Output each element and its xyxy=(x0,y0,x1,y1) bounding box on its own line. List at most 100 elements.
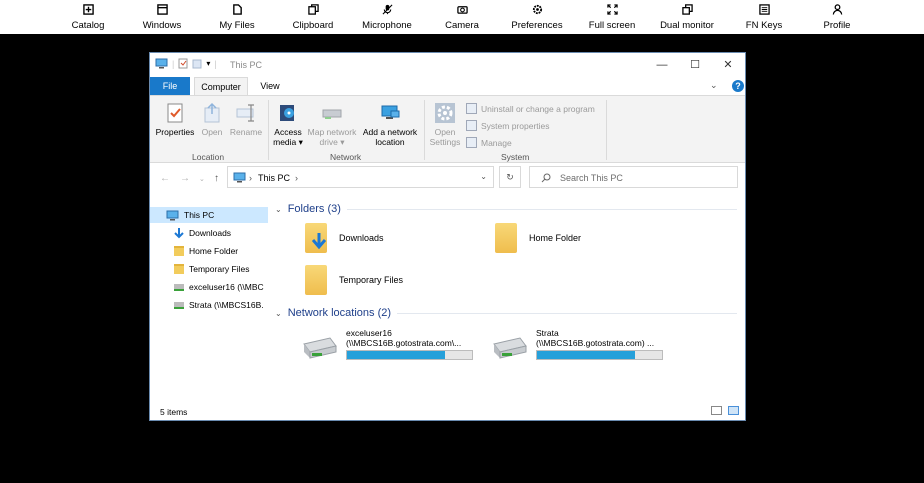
manage-button[interactable]: Manage xyxy=(466,137,512,148)
system-properties-icon xyxy=(466,120,477,131)
folder-item-downloads[interactable]: Downloads xyxy=(305,223,384,253)
camera-button[interactable]: Camera xyxy=(422,4,502,31)
section-rule xyxy=(346,208,737,210)
back-button[interactable]: ← xyxy=(160,173,170,184)
network-group-label: Network xyxy=(330,152,362,162)
collapse-ribbon-icon[interactable]: ⌄ xyxy=(710,80,718,91)
properties-qat-icon[interactable] xyxy=(178,58,188,69)
network-location-info: exceluser16 (\\MBCS16B.gotostrata.com\..… xyxy=(346,328,473,360)
search-placeholder: Search This PC xyxy=(560,173,623,183)
usage-fill xyxy=(347,351,445,359)
downloads-folder-icon xyxy=(305,223,327,253)
microphone-button[interactable]: Microphone xyxy=(347,4,427,31)
window-icon xyxy=(122,4,202,17)
system-properties-button[interactable]: System properties xyxy=(466,120,550,131)
nav-item-this-pc[interactable]: This PC xyxy=(150,207,268,223)
settings-gear-icon xyxy=(435,103,455,123)
recent-locations-button[interactable]: ⌄ xyxy=(199,175,205,183)
network-location-strata[interactable]: Strata (\\MBCS16B.gotostrata.com) ... xyxy=(490,328,663,360)
uninstall-program-button[interactable]: Uninstall or change a program xyxy=(466,103,595,114)
section-rule xyxy=(397,312,738,314)
folder-icon xyxy=(495,223,517,253)
tab-view[interactable]: View xyxy=(252,77,288,95)
remote-toolbar: Catalog Windows My Files Clipboard Micro… xyxy=(0,0,924,34)
file-icon xyxy=(197,4,277,17)
rename-button[interactable]: Rename xyxy=(228,100,264,137)
open-icon xyxy=(204,102,220,123)
nav-item-exceluser16[interactable]: exceluser16 (\\MBC xyxy=(174,279,268,295)
new-folder-qat-icon[interactable] xyxy=(192,58,202,69)
dual-monitor-icon xyxy=(647,4,727,17)
network-drive-icon xyxy=(303,337,337,359)
clipboard-button[interactable]: Clipboard xyxy=(273,4,353,31)
qat-divider-2: | xyxy=(214,58,217,69)
search-box[interactable]: Search This PC xyxy=(529,166,738,188)
fn-keys-button[interactable]: FN Keys xyxy=(724,4,804,31)
catalog-button[interactable]: Catalog xyxy=(48,4,128,31)
search-icon xyxy=(541,173,551,183)
usage-bar xyxy=(346,350,473,360)
computer-icon xyxy=(233,172,246,183)
folder-item-temporary-files[interactable]: Temporary Files xyxy=(305,265,403,295)
breadcrumb-this-pc[interactable]: This PC xyxy=(258,173,290,183)
nav-item-downloads[interactable]: Downloads xyxy=(174,225,274,241)
network-location-exceluser16[interactable]: exceluser16 (\\MBCS16B.gotostrata.com\..… xyxy=(300,328,473,360)
forward-button[interactable]: → xyxy=(180,173,190,184)
full-screen-button[interactable]: Full screen xyxy=(572,4,652,31)
chevron-down-icon: ⌄ xyxy=(275,204,282,214)
manage-icon xyxy=(466,137,477,148)
network-section-header[interactable]: ⌄ Network locations (2) xyxy=(275,307,738,319)
nav-item-strata[interactable]: Strata (\\MBCS16B. xyxy=(174,297,268,313)
tab-file[interactable]: File xyxy=(150,77,190,95)
clipboard-icon xyxy=(273,4,353,17)
fullscreen-icon xyxy=(572,4,652,17)
nav-item-home-folder[interactable]: Home Folder xyxy=(174,243,274,259)
address-dropdown-icon[interactable]: ⌄ xyxy=(480,172,487,181)
properties-button[interactable]: Properties xyxy=(154,100,196,137)
preferences-button[interactable]: Preferences xyxy=(497,4,577,31)
windows-button[interactable]: Windows xyxy=(122,4,202,31)
group-divider xyxy=(268,100,269,160)
user-icon xyxy=(797,4,877,17)
map-network-drive-button[interactable]: Map network drive ▾ xyxy=(304,100,360,147)
location-group-label: Location xyxy=(192,152,225,162)
close-button[interactable]: ✕ xyxy=(713,56,743,74)
nav-item-temporary-files[interactable]: Temporary Files xyxy=(174,261,274,277)
dual-monitor-button[interactable]: Dual monitor xyxy=(647,4,727,31)
help-icon[interactable]: ? xyxy=(732,80,744,92)
maximize-button[interactable]: ☐ xyxy=(680,56,710,74)
open-settings-button[interactable]: Open Settings xyxy=(427,100,463,147)
access-media-button[interactable]: Access media ▾ xyxy=(270,100,306,147)
folders-section-header[interactable]: ⌄ Folders (3) xyxy=(275,203,737,215)
status-item-count: 5 items xyxy=(160,407,188,417)
window-title: This PC xyxy=(230,60,263,70)
view-switcher xyxy=(711,406,739,415)
title-bar: | ▾ | This PC — ☐ ✕ xyxy=(150,53,745,77)
network-drive-icon xyxy=(174,301,184,309)
system-group-label: System xyxy=(501,152,530,162)
open-button[interactable]: Open xyxy=(198,100,226,137)
rename-icon xyxy=(236,104,254,122)
network-location-info: Strata (\\MBCS16B.gotostrata.com) ... xyxy=(536,328,663,360)
ribbon: Properties Open Rename Location Access m… xyxy=(150,95,745,163)
customize-qat-icon[interactable]: ▾ xyxy=(206,59,210,68)
add-network-location-button[interactable]: Add a network location xyxy=(360,100,420,147)
large-icons-view-icon[interactable] xyxy=(728,406,739,415)
up-button[interactable]: ↑ xyxy=(214,173,219,184)
refresh-button[interactable]: ↻ xyxy=(499,166,521,188)
breadcrumb-chevron[interactable]: › xyxy=(249,173,252,183)
details-view-icon[interactable] xyxy=(711,406,722,415)
navigation-pane: This PC Downloads Home Folder Temporary … xyxy=(150,203,268,323)
breadcrumb-chevron-2[interactable]: › xyxy=(295,173,298,183)
minimize-button[interactable]: — xyxy=(647,56,677,74)
microphone-muted-icon xyxy=(347,4,427,17)
tab-computer[interactable]: Computer xyxy=(194,77,248,95)
keyboard-icon xyxy=(724,4,804,17)
network-drive-icon xyxy=(493,337,527,359)
profile-button[interactable]: Profile xyxy=(797,4,877,31)
ribbon-tabs: File Computer View ⌄ ? xyxy=(150,77,745,95)
my-files-button[interactable]: My Files xyxy=(197,4,277,31)
folder-item-home-folder[interactable]: Home Folder xyxy=(495,223,581,253)
address-bar[interactable]: › This PC › ⌄ xyxy=(227,166,494,188)
folder-icon xyxy=(305,265,327,295)
